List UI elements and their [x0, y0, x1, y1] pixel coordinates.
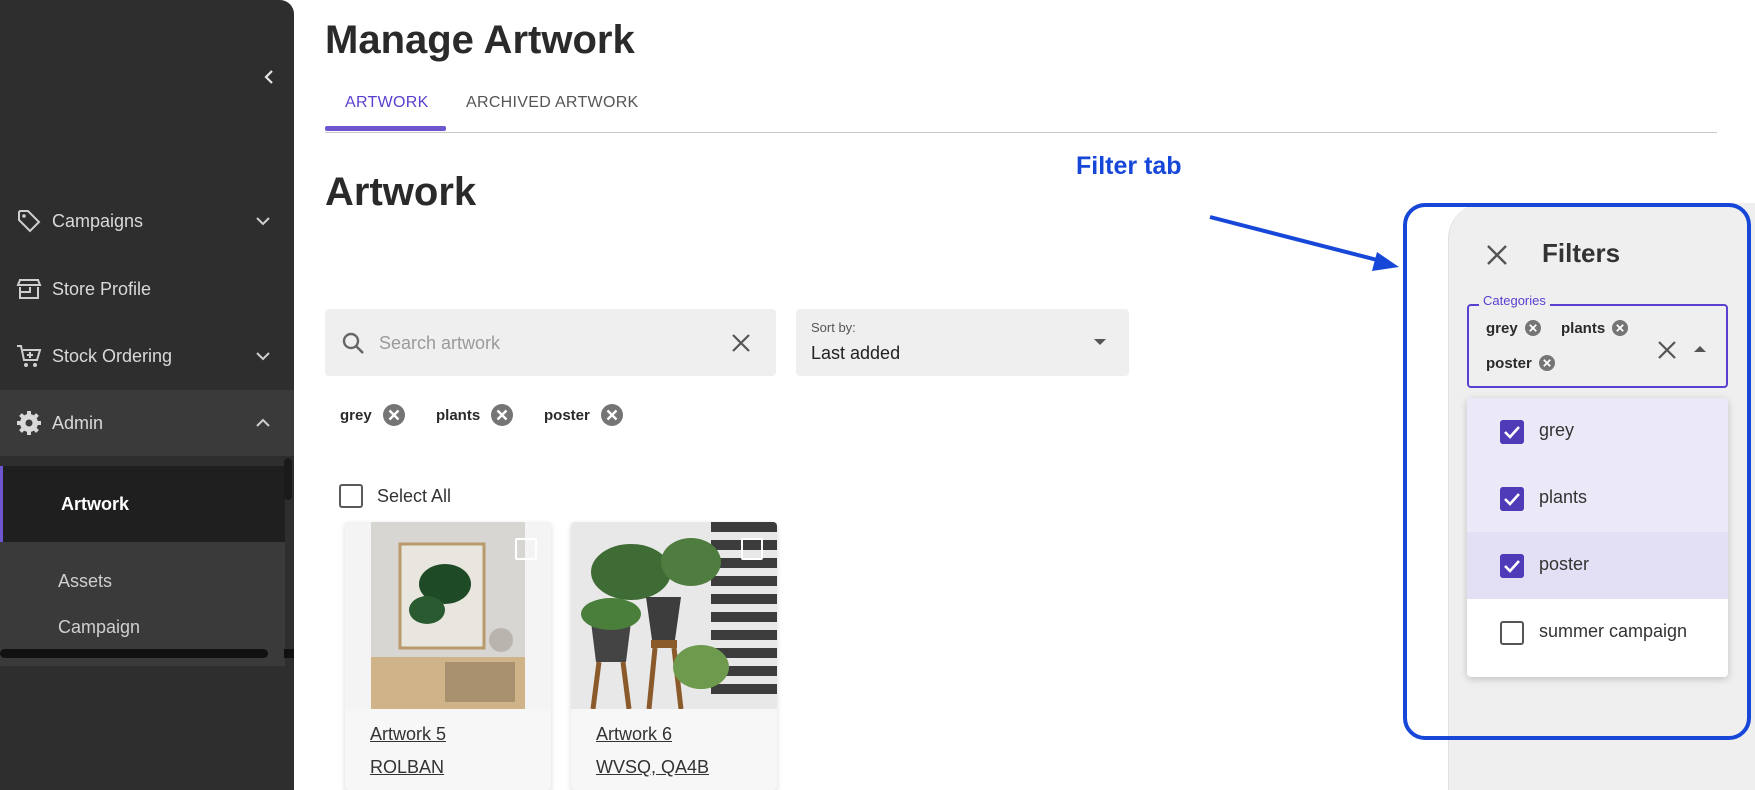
tag-icon: [18, 210, 41, 233]
sidebar-subitem-artwork[interactable]: Artwork: [0, 466, 285, 542]
tab-bar: ARTWORK ARCHIVED ARTWORK: [325, 88, 1717, 133]
annotation-label: Filter tab: [1076, 152, 1182, 180]
admin-submenu: Artwork Assets Campaign: [0, 466, 285, 666]
remove-chip-icon[interactable]: [382, 403, 406, 427]
artwork-card[interactable]: Artwork 5 ROLBAN: [345, 522, 551, 790]
chip-label: poster: [544, 406, 590, 424]
select-all-label: Select All: [377, 485, 452, 506]
sort-value: Last added: [811, 343, 901, 363]
cart-icon: [17, 345, 42, 367]
card-checkbox[interactable]: [741, 538, 763, 560]
select-all-checkbox[interactable]: Select All: [339, 484, 451, 508]
storefront-icon: [16, 279, 42, 299]
sidebar-scrollbar-thumb[interactable]: [284, 458, 292, 500]
annotation-arrow-icon: [1209, 215, 1399, 271]
chevron-left-icon: [264, 70, 273, 84]
chip-label: plants: [436, 406, 481, 424]
remove-chip-icon[interactable]: [600, 403, 624, 427]
card-title[interactable]: Artwork 5: [370, 724, 446, 745]
remove-chip-icon[interactable]: [490, 403, 514, 427]
gear-icon: [17, 411, 41, 435]
card-title[interactable]: Artwork 6: [596, 724, 672, 745]
subitem-label: Assets: [58, 570, 113, 591]
filter-chip-plants: plants: [436, 402, 514, 428]
tab-artwork[interactable]: ARTWORK: [345, 94, 429, 112]
collapse-sidebar-button[interactable]: [254, 62, 284, 92]
sidebar-item-admin[interactable]: Admin: [0, 390, 294, 456]
search-input[interactable]: [379, 329, 709, 357]
filter-chip-poster: poster: [544, 402, 624, 428]
dropdown-arrow-icon: [1094, 339, 1106, 345]
subitem-label: Campaign: [58, 616, 141, 637]
card-checkbox[interactable]: [515, 538, 537, 560]
sidebar-subitem-campaign[interactable]: Campaign: [0, 602, 285, 652]
chevron-up-icon: [256, 418, 270, 427]
artwork-thumbnail[interactable]: [345, 522, 551, 709]
sidebar-item-stock-ordering[interactable]: Stock Ordering: [0, 323, 294, 389]
sidebar-item-campaigns[interactable]: Campaigns: [0, 188, 294, 254]
sidebar-item-label: Admin: [52, 412, 104, 433]
tab-archived-artwork[interactable]: ARCHIVED ARTWORK: [466, 94, 639, 112]
app-root: Campaigns Store Profile Stock Ordering A…: [0, 0, 1755, 790]
card-code[interactable]: ROLBAN: [370, 757, 444, 778]
artwork-card[interactable]: Artwork 6 WVSQ, QA4B: [571, 522, 777, 790]
chevron-down-icon: [256, 352, 270, 361]
page-title: Manage Artwork: [325, 18, 635, 62]
tab-indicator: [325, 126, 446, 131]
card-code[interactable]: WVSQ, QA4B: [596, 757, 709, 778]
sidebar-horizontal-scrollbar[interactable]: [0, 649, 268, 658]
sidebar-item-label: Store Profile: [52, 278, 152, 299]
sort-select[interactable]: Sort by: Last added: [796, 309, 1129, 376]
sidebar-item-label: Stock Ordering: [52, 345, 173, 366]
subitem-label: Artwork: [61, 493, 130, 514]
checkbox[interactable]: [339, 484, 363, 508]
annotation-highlight-box: [1403, 203, 1751, 740]
sidebar: Campaigns Store Profile Stock Ordering A…: [0, 0, 294, 790]
artwork-thumbnail[interactable]: [571, 522, 777, 709]
filter-chip-grey: grey: [340, 402, 406, 428]
section-title: Artwork: [325, 170, 477, 214]
sort-caption: Sort by:: [811, 320, 856, 335]
sidebar-item-label: Campaigns: [52, 210, 144, 231]
search-box: [325, 309, 776, 376]
chip-label: grey: [340, 406, 372, 424]
sidebar-item-store-profile[interactable]: Store Profile: [0, 256, 294, 322]
chevron-down-icon: [256, 217, 270, 226]
search-icon: [342, 332, 364, 354]
scrollbar-end-cap: [284, 649, 294, 658]
clear-search-icon[interactable]: [731, 333, 751, 353]
